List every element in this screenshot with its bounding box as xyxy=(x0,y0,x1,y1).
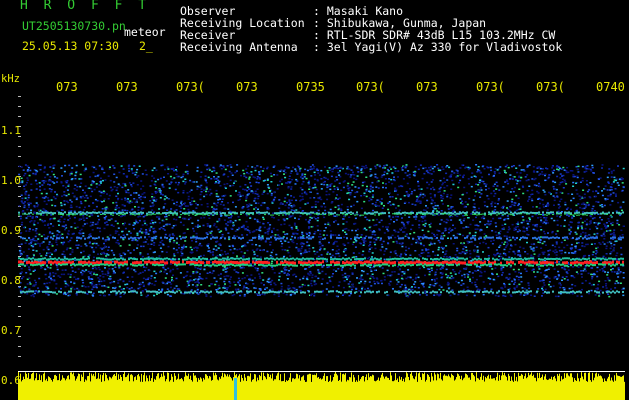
time-tick-4: 073 xyxy=(236,80,258,94)
antenna-value-row: : 3el Yagi(V) Az 330 for Vladivostok xyxy=(313,40,563,54)
spectrogram-plot xyxy=(0,96,629,400)
time-tick-2: 073 xyxy=(116,80,138,94)
freq-tick-1: 1.1 xyxy=(1,124,21,137)
time-tick-10: 0740 xyxy=(596,80,625,94)
y-axis-unit: kHz xyxy=(1,73,20,85)
antenna-label: Receiving Antenna xyxy=(180,40,298,54)
meteor-count: 2_ xyxy=(139,39,153,53)
hrofft-brand: H R O F F T xyxy=(20,0,151,13)
freq-tick-4: 0.8 xyxy=(1,274,21,287)
time-tick-7: 073 xyxy=(416,80,438,94)
time-tick-9: 073( xyxy=(536,80,565,94)
freq-tick-5: 0.7 xyxy=(1,324,21,337)
time-tick-3: 073( xyxy=(176,80,205,94)
file-name: UT2505130730.pn xyxy=(22,19,126,33)
time-tick-1: 073 xyxy=(56,80,78,94)
freq-tick-6: 0.6 xyxy=(1,374,21,387)
time-tick-5: 0735 xyxy=(296,80,325,94)
freq-tick-2: 1.0 xyxy=(1,174,21,187)
noise-band xyxy=(18,164,625,298)
streak-lower xyxy=(20,290,624,294)
time-tick-8: 073( xyxy=(476,80,505,94)
station-info: Observer: Masaki Kano Receiving Location… xyxy=(180,5,562,54)
freq-tick-3: 0.9 xyxy=(1,224,21,237)
spectrogram-svg xyxy=(18,96,625,400)
date-time: 25.05.13 07:30 xyxy=(22,39,119,53)
detection-marker xyxy=(234,378,237,400)
meteor-label: meteor xyxy=(124,25,166,39)
antenna-value: 3el Yagi(V) Az 330 for Vladivostok xyxy=(326,40,563,54)
amplitude-bar xyxy=(18,372,625,400)
time-tick-6: 073( xyxy=(356,80,385,94)
